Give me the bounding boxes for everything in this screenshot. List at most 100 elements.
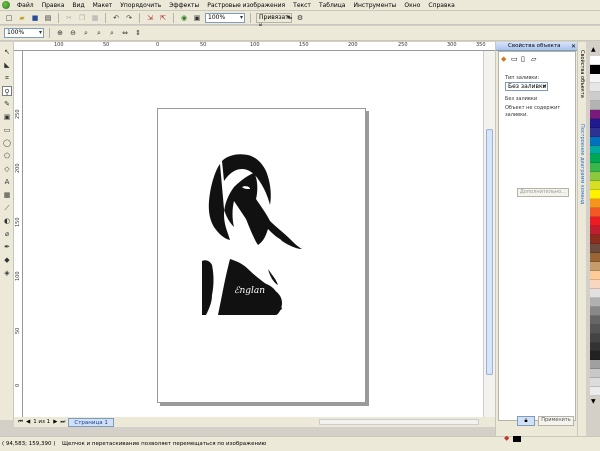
color-swatch[interactable] bbox=[590, 378, 600, 388]
close-icon[interactable]: ✕ bbox=[571, 42, 576, 51]
color-swatch[interactable] bbox=[590, 190, 600, 200]
menu-item-table[interactable]: Таблица bbox=[316, 2, 351, 9]
menu-item-edit[interactable]: Правка bbox=[39, 2, 70, 9]
menu-item-arrange[interactable]: Упорядочить bbox=[117, 2, 166, 9]
color-swatch[interactable] bbox=[590, 208, 600, 218]
zoom-page-height-icon[interactable]: ⇕ bbox=[133, 28, 143, 38]
color-swatch[interactable] bbox=[590, 136, 600, 146]
color-swatch[interactable] bbox=[590, 351, 600, 361]
open-icon[interactable]: ▰ bbox=[17, 13, 27, 23]
color-swatch[interactable] bbox=[590, 360, 600, 370]
zoom-tool-icon[interactable]: ⚲ bbox=[2, 86, 12, 96]
more-button[interactable]: Дополнительно... bbox=[517, 188, 569, 197]
property-zoom-dropdown[interactable]: 100% bbox=[4, 28, 44, 38]
zoom-in-icon[interactable]: ⊕ bbox=[55, 28, 65, 38]
color-swatch[interactable] bbox=[590, 369, 600, 379]
apply-button[interactable]: Применить bbox=[538, 416, 574, 426]
color-swatch[interactable] bbox=[590, 91, 600, 101]
next-page-icon[interactable]: ▶ bbox=[53, 419, 57, 425]
scroll-thumb[interactable] bbox=[486, 129, 493, 375]
color-swatch[interactable] bbox=[590, 73, 600, 83]
snap-to-dropdown[interactable]: Привязать к bbox=[256, 12, 292, 29]
vertical-scrollbar[interactable] bbox=[483, 51, 495, 417]
import-icon[interactable]: ⇲ bbox=[145, 13, 155, 23]
paste-icon[interactable]: ▦ bbox=[90, 13, 100, 23]
zoom-all-objects-icon[interactable]: ⌕ bbox=[94, 28, 104, 38]
pick-tool-icon[interactable]: ↖ bbox=[2, 47, 12, 57]
outline-tool-icon[interactable]: ✒ bbox=[2, 242, 12, 252]
smart-fill-icon[interactable]: ▣ bbox=[2, 112, 12, 122]
save-icon[interactable]: ■ bbox=[30, 13, 40, 23]
first-page-icon[interactable]: ⏮ bbox=[18, 419, 23, 426]
menu-item-effects[interactable]: Эффекты bbox=[166, 2, 204, 9]
vertical-ruler[interactable]: 250 200 150 100 50 0 bbox=[14, 51, 23, 417]
palette-scroll-up-icon[interactable]: ▲ bbox=[591, 46, 596, 53]
ellipse-tool-icon[interactable]: ◯ bbox=[2, 138, 12, 148]
color-swatch[interactable] bbox=[590, 127, 600, 137]
color-swatch[interactable] bbox=[590, 279, 600, 289]
general-tab-icon[interactable]: ▯ bbox=[521, 55, 525, 63]
color-swatch[interactable] bbox=[590, 199, 600, 209]
color-swatch[interactable] bbox=[590, 118, 600, 128]
sidetab-object-properties[interactable]: Свойства объекта bbox=[579, 50, 585, 98]
export-icon[interactable]: ⇱ bbox=[158, 13, 168, 23]
color-swatch[interactable] bbox=[590, 315, 600, 325]
undo-icon[interactable]: ↶ bbox=[111, 13, 121, 23]
table-tool-icon[interactable]: ▦ bbox=[2, 190, 12, 200]
color-swatch[interactable] bbox=[590, 145, 600, 155]
color-swatch[interactable] bbox=[590, 387, 600, 397]
color-swatch[interactable] bbox=[590, 333, 600, 343]
polygon-tool-icon[interactable]: ⬠ bbox=[2, 151, 12, 161]
menu-item-text[interactable]: Текст bbox=[290, 2, 316, 9]
prev-page-icon[interactable]: ◀ bbox=[26, 419, 30, 425]
color-swatch[interactable] bbox=[590, 324, 600, 334]
copy-icon[interactable]: ❐ bbox=[77, 13, 87, 23]
menu-item-tools[interactable]: Инструменты bbox=[350, 2, 401, 9]
new-document-icon[interactable]: □ bbox=[4, 13, 14, 23]
color-swatch[interactable] bbox=[590, 217, 600, 227]
color-swatch[interactable] bbox=[590, 82, 600, 92]
color-swatch[interactable] bbox=[590, 64, 600, 74]
rectangle-tool-icon[interactable]: ▭ bbox=[2, 125, 12, 135]
color-swatch[interactable] bbox=[590, 226, 600, 236]
sidetab-command-diagrams[interactable]: Построение диаграмм команд bbox=[579, 124, 585, 204]
lock-icon[interactable]: 🔒︎ bbox=[517, 416, 535, 426]
dimension-tool-icon[interactable]: ⟋ bbox=[2, 203, 12, 213]
zoom-out-icon[interactable]: ⊖ bbox=[68, 28, 78, 38]
menu-item-help[interactable]: Справка bbox=[425, 2, 459, 9]
color-swatch[interactable] bbox=[590, 306, 600, 316]
last-page-icon[interactable]: ⏭ bbox=[60, 419, 65, 426]
color-swatch[interactable] bbox=[590, 172, 600, 182]
text-tool-icon[interactable]: A bbox=[2, 177, 12, 187]
menu-item-bitmaps[interactable]: Растровые изображения bbox=[204, 2, 290, 9]
fill-tab-icon[interactable]: ◆ bbox=[501, 55, 506, 63]
color-swatch[interactable] bbox=[590, 270, 600, 280]
options-icon[interactable]: ⚙ bbox=[295, 13, 305, 23]
color-swatch[interactable] bbox=[590, 252, 600, 262]
color-swatch[interactable] bbox=[590, 181, 600, 191]
color-swatch[interactable] bbox=[590, 342, 600, 352]
welcome-screen-icon[interactable]: ▣ bbox=[192, 13, 202, 23]
basic-shapes-icon[interactable]: ◇ bbox=[2, 164, 12, 174]
internet-tab-icon[interactable]: ▱ bbox=[531, 55, 536, 63]
color-swatch[interactable] bbox=[590, 109, 600, 119]
horizontal-scrollbar[interactable] bbox=[319, 419, 479, 425]
zoom-level-dropdown[interactable]: 100% bbox=[205, 12, 245, 23]
color-swatch[interactable] bbox=[590, 244, 600, 253]
portrait-artwork[interactable]: ℰnglan bbox=[158, 109, 367, 404]
interactive-fill-icon[interactable]: ◈ bbox=[2, 268, 12, 278]
menu-item-file[interactable]: Файл bbox=[14, 2, 39, 9]
tab-page-1[interactable]: Страница 1 bbox=[68, 417, 114, 427]
color-swatch[interactable] bbox=[590, 288, 600, 298]
menu-item-window[interactable]: Окно bbox=[401, 2, 425, 9]
fill-tool-icon[interactable]: ◆ bbox=[2, 255, 12, 265]
color-swatch[interactable] bbox=[590, 154, 600, 164]
color-swatch[interactable] bbox=[590, 261, 600, 271]
fill-type-dropdown[interactable]: Без заливки bbox=[505, 82, 548, 91]
color-swatch[interactable] bbox=[590, 163, 600, 173]
document-page[interactable]: ℰnglan bbox=[157, 108, 366, 403]
eyedropper-tool-icon[interactable]: ⌀ bbox=[2, 229, 12, 239]
print-icon[interactable]: ▤ bbox=[43, 13, 53, 23]
menu-item-layout[interactable]: Макет bbox=[90, 2, 118, 9]
outline-tab-icon[interactable]: ▭ bbox=[511, 55, 518, 63]
